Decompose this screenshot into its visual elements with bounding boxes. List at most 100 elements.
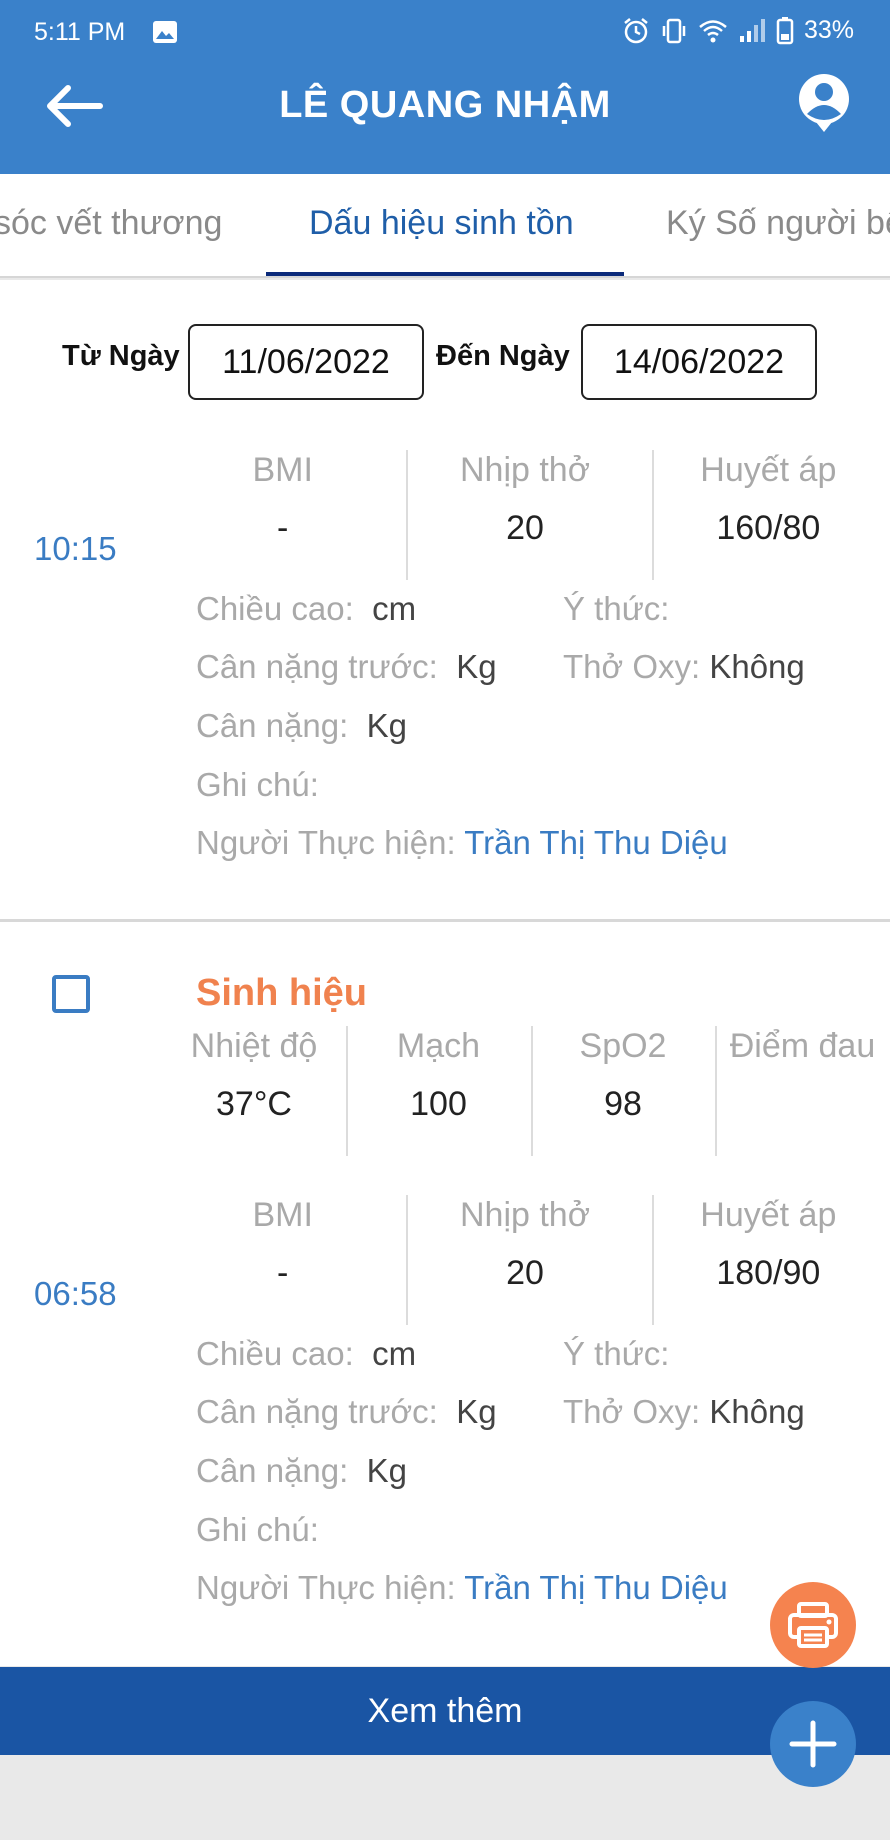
tab-wound-care[interactable]: sóc vết thương xyxy=(0,204,222,243)
bmi-value: - xyxy=(277,1254,289,1292)
blood-pressure-label: Huyết áp xyxy=(700,451,837,489)
divider xyxy=(652,1195,654,1325)
blood-pressure-value: 180/90 xyxy=(716,1254,821,1292)
record-checkbox[interactable] xyxy=(52,975,90,1013)
page-title: LÊ QUANG NHẬM xyxy=(279,84,611,126)
active-tab-indicator xyxy=(266,272,624,276)
tab-digital-signature[interactable]: Ký Số người bệ xyxy=(666,204,890,243)
from-date-field[interactable]: 11/06/2022 xyxy=(188,324,424,400)
divider xyxy=(346,1026,348,1156)
performer-name[interactable]: Trần Thị Thu Diệu xyxy=(464,824,728,861)
consciousness-label: Ý thức: xyxy=(563,1335,670,1372)
oxygen-field: Thở Oxy: Không xyxy=(563,648,805,686)
prior-weight-label: Cân nặng trước: xyxy=(196,1393,438,1430)
pulse-value: 100 xyxy=(410,1085,467,1123)
height-field: Chiều cao: cm xyxy=(196,1335,416,1373)
add-button[interactable] xyxy=(770,1701,856,1787)
performer-label: Người Thực hiện: xyxy=(196,824,456,861)
note-label: Ghi chú: xyxy=(196,766,319,803)
divider xyxy=(406,450,408,580)
divider xyxy=(715,1026,717,1156)
pain-score-label: Điểm đau xyxy=(729,1027,876,1065)
blood-pressure-cell: Huyết áp 160/80 xyxy=(647,450,890,580)
oxygen-value: Không xyxy=(709,1393,805,1430)
temperature-cell: Nhiệt độ 37°C xyxy=(162,1026,346,1156)
status-bar: 5:11 PM 33% xyxy=(0,0,890,62)
consciousness-label: Ý thức: xyxy=(563,590,670,627)
respiration-value: 20 xyxy=(506,509,544,547)
oxygen-label: Thở Oxy: xyxy=(563,1393,701,1430)
vitals-grid-secondary: BMI - Nhịp thở 20 Huyết áp 180/90 xyxy=(162,1195,890,1325)
prior-weight-label: Cân nặng trước: xyxy=(196,648,438,685)
weight-value: Kg xyxy=(366,1452,408,1489)
record-time: 10:15 xyxy=(34,530,117,567)
respiration-cell: Nhịp thở 20 xyxy=(403,450,646,580)
print-button[interactable] xyxy=(770,1582,856,1668)
spo2-value: 98 xyxy=(604,1085,642,1123)
height-label: Chiều cao: xyxy=(196,1335,354,1372)
tab-vital-signs[interactable]: Dấu hiệu sinh tồn xyxy=(309,204,574,243)
height-value: cm xyxy=(372,1335,417,1372)
weight-label: Cân nặng: xyxy=(196,707,349,744)
spo2-label: SpO2 xyxy=(579,1027,667,1065)
weight-value: Kg xyxy=(366,707,408,744)
oxygen-field: Thở Oxy: Không xyxy=(563,1393,805,1431)
divider xyxy=(531,1026,533,1156)
prior-weight-value: Kg xyxy=(456,648,497,685)
vitals-grid-secondary: BMI - Nhịp thở 20 Huyết áp 160/80 xyxy=(162,450,890,580)
performer-field: Người Thực hiện: Trần Thị Thu Diệu xyxy=(196,824,728,862)
consciousness-field: Ý thức: xyxy=(563,1335,669,1373)
blood-pressure-label: Huyết áp xyxy=(700,1196,837,1234)
blood-pressure-value: 160/80 xyxy=(716,509,821,547)
respiration-label: Nhịp thở xyxy=(459,1196,591,1234)
respiration-cell: Nhịp thở 20 xyxy=(403,1195,646,1325)
from-date-label: Từ Ngày xyxy=(62,340,180,372)
pulse-cell: Mạch 100 xyxy=(346,1026,531,1156)
spo2-cell: SpO2 98 xyxy=(531,1026,715,1156)
to-date-label: Đến Ngày xyxy=(436,340,570,372)
performer-field: Người Thực hiện: Trần Thị Thu Diệu xyxy=(196,1569,728,1607)
signal-icon xyxy=(738,18,766,44)
pain-score-cell: Điểm đau xyxy=(715,1026,890,1156)
height-field: Chiều cao: cm xyxy=(196,590,416,628)
weight-field: Cân nặng: Kg xyxy=(196,1452,407,1490)
divider xyxy=(406,1195,408,1325)
to-date-field[interactable]: 14/06/2022 xyxy=(581,324,817,400)
bmi-label: BMI xyxy=(252,451,313,489)
blood-pressure-cell: Huyết áp 180/90 xyxy=(647,1195,890,1325)
image-icon xyxy=(152,20,178,44)
alarm-icon xyxy=(622,17,650,45)
battery-percent: 33% xyxy=(803,16,854,44)
temperature-label: Nhiệt độ xyxy=(190,1027,318,1065)
respiration-value: 20 xyxy=(506,1254,544,1292)
battery-icon xyxy=(776,16,794,45)
note-field: Ghi chú: xyxy=(196,1511,319,1549)
status-time: 5:11 PM xyxy=(34,18,126,46)
note-label: Ghi chú: xyxy=(196,1511,319,1548)
record-divider xyxy=(0,919,890,922)
record-heading: Sinh hiệu xyxy=(196,972,367,1014)
date-filter: Từ Ngày 11/06/2022 Đến Ngày 14/06/2022 xyxy=(0,280,890,400)
tab-bar: sóc vết thương Dấu hiệu sinh tồn Ký Số n… xyxy=(0,174,890,278)
profile-icon[interactable] xyxy=(796,72,852,134)
record-time: 06:58 xyxy=(34,1275,117,1312)
bmi-cell: BMI - xyxy=(162,1195,403,1325)
performer-name[interactable]: Trần Thị Thu Diệu xyxy=(464,1569,728,1606)
oxygen-label: Thở Oxy: xyxy=(563,648,701,685)
temperature-value: 37°C xyxy=(216,1085,292,1123)
consciousness-field: Ý thức: xyxy=(563,590,669,628)
app-bar: 5:11 PM 33% LÊ QUANG NHẬM xyxy=(0,0,890,174)
height-label: Chiều cao: xyxy=(196,590,354,627)
bmi-cell: BMI - xyxy=(162,450,403,580)
bmi-value: - xyxy=(277,509,289,547)
respiration-label: Nhịp thở xyxy=(459,451,591,489)
vitals-grid-primary: Nhiệt độ 37°C Mạch 100 SpO2 98 Điểm đau xyxy=(162,1026,890,1156)
height-value: cm xyxy=(372,590,417,627)
performer-label: Người Thực hiện: xyxy=(196,1569,456,1606)
wifi-icon xyxy=(698,18,728,44)
prior-weight-value: Kg xyxy=(456,1393,497,1430)
note-field: Ghi chú: xyxy=(196,766,319,804)
load-more-button[interactable]: Xem thêm xyxy=(0,1667,890,1755)
oxygen-value: Không xyxy=(709,648,805,685)
divider xyxy=(652,450,654,580)
